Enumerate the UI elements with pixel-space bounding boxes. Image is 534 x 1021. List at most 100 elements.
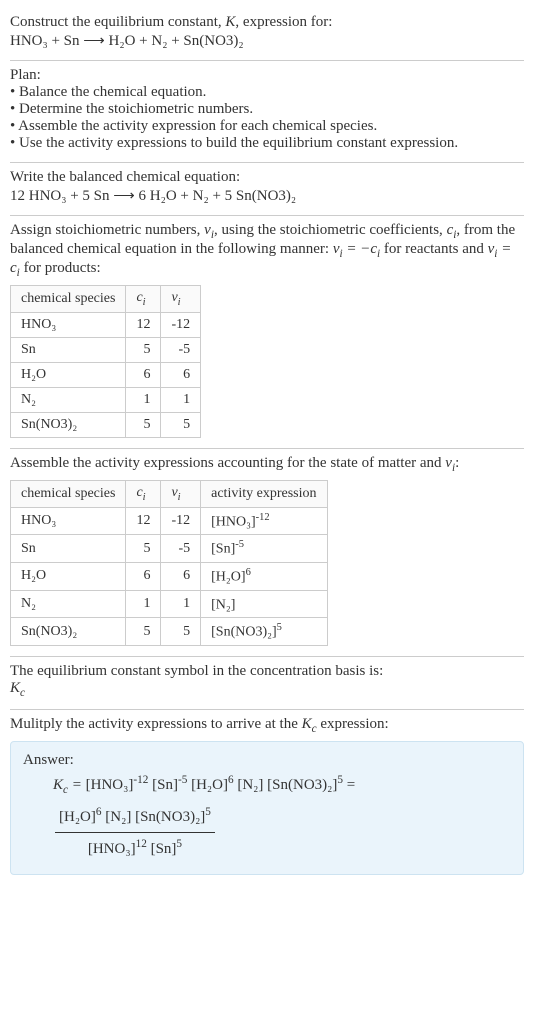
term-5: [Sn(NO3)₂]5 <box>267 777 343 793</box>
stoich-intro: Assign stoichiometric numbers, νi, using… <box>10 222 524 279</box>
cell-ci: 1 <box>126 590 161 618</box>
activity-intro-a: Assemble the activity expressions accoun… <box>10 455 445 471</box>
cell-ci: 1 <box>126 387 161 412</box>
cell-nui: 6 <box>161 362 201 387</box>
cell-species: HNO₃ <box>11 507 126 535</box>
multiply-line: Mulitply the activity expressions to arr… <box>10 716 524 735</box>
term-base: [Sn(NO3)₂] <box>135 809 205 825</box>
term-exp: -5 <box>178 774 187 786</box>
act-exp: -12 <box>256 512 270 523</box>
cell-species: Sn(NO3)₂ <box>11 618 126 646</box>
stoich-intro-b: , using the stoichiometric coefficients, <box>214 222 447 238</box>
cell-activity: [HNO₃]-12 <box>201 507 327 535</box>
activity-section: Assemble the activity expressions accoun… <box>10 449 524 656</box>
answer-lhs: Kc = <box>53 777 86 793</box>
col-nui: νi <box>161 480 201 507</box>
cell-species: H₂O <box>11 562 126 590</box>
table-row: Sn(NO3)₂55 <box>11 412 201 437</box>
symbol-section: The equilibrium constant symbol in the c… <box>10 657 524 709</box>
term-3: [H₂O]6 <box>191 777 234 793</box>
equals: = <box>347 777 355 793</box>
term-base: [HNO₃] <box>88 841 136 857</box>
cell-activity: [N₂] <box>201 590 327 618</box>
cell-species: N₂ <box>11 590 126 618</box>
var-nu-i: νi <box>445 455 455 471</box>
activity-intro: Assemble the activity expressions accoun… <box>10 455 524 474</box>
col-species: chemical species <box>11 480 126 507</box>
stoich-intro-e: for products: <box>20 260 101 276</box>
symbol-line: The equilibrium constant symbol in the c… <box>10 663 524 680</box>
question-line1-b: , expression for: <box>235 14 332 30</box>
act-base: [H₂O] <box>211 570 245 585</box>
stoich-intro-d: for reactants and <box>380 241 487 257</box>
table-row: H₂O66 <box>11 362 201 387</box>
col-ci: ci <box>126 480 161 507</box>
answer-equation: Kc = [HNO₃]-12 [Sn]-5 [H₂O]6 [N₂] [Sn(NO… <box>23 769 511 865</box>
multiply-line-a: Mulitply the activity expressions to arr… <box>10 716 302 732</box>
fraction-denominator: [HNO₃]12 [Sn]5 <box>55 833 215 864</box>
var-k: K <box>225 14 235 30</box>
cell-species: HNO₃ <box>11 312 126 337</box>
cell-ci: 5 <box>126 337 161 362</box>
term-exp: 6 <box>96 806 102 818</box>
question-equation: HNO₃ + Sn ⟶ H₂O + N₂ + Sn(NO3)₂ <box>10 31 524 50</box>
answer-box: Answer: Kc = [HNO₃]-12 [Sn]-5 [H₂O]6 [N₂… <box>10 741 524 876</box>
term-exp: 5 <box>176 838 182 850</box>
table-row: Sn5-5[Sn]-5 <box>11 535 328 563</box>
table-row: Sn(NO3)₂55[Sn(NO3)₂]5 <box>11 618 328 646</box>
activity-intro-b: : <box>455 455 459 471</box>
cell-nui: -12 <box>161 312 201 337</box>
cell-species: Sn(NO3)₂ <box>11 412 126 437</box>
cell-activity: [Sn]-5 <box>201 535 327 563</box>
var-nu-i: νi <box>204 222 214 238</box>
term-exp: 12 <box>136 838 147 850</box>
plan-bullet-2: • Determine the stoichiometric numbers. <box>10 101 524 118</box>
act-exp: 5 <box>277 622 282 633</box>
plan-bullet-3: • Assemble the activity expression for e… <box>10 118 524 135</box>
cell-ci: 6 <box>126 362 161 387</box>
cell-nui: 1 <box>161 387 201 412</box>
col-species: chemical species <box>11 286 126 313</box>
symbol-kc: Kc <box>10 680 524 699</box>
term-base: [HNO₃] <box>86 777 134 793</box>
term-4: [N₂] <box>237 777 263 793</box>
question-line1: Construct the equilibrium constant, K, e… <box>10 14 524 31</box>
act-base: [N₂] <box>211 597 235 612</box>
question-line1-a: Construct the equilibrium constant, <box>10 14 225 30</box>
table-row: HNO₃12-12 <box>11 312 201 337</box>
stoich-table: chemical species ci νi HNO₃12-12 Sn5-5 H… <box>10 285 201 438</box>
plan-section: Plan: • Balance the chemical equation. •… <box>10 61 524 162</box>
multiply-section: Mulitply the activity expressions to arr… <box>10 710 524 886</box>
cell-ci: 5 <box>126 412 161 437</box>
cell-ci: 5 <box>126 618 161 646</box>
table-row: N₂11 <box>11 387 201 412</box>
eq-nu-neg-c: νi = −ci <box>333 241 380 257</box>
cell-ci: 5 <box>126 535 161 563</box>
cell-ci: 12 <box>126 312 161 337</box>
plan-title: Plan: <box>10 67 524 84</box>
fraction-numerator: [H₂O]6 [N₂] [Sn(NO3)₂]5 <box>55 801 215 833</box>
term-exp: 5 <box>337 774 343 786</box>
stoich-section: Assign stoichiometric numbers, νi, using… <box>10 216 524 448</box>
term-base: [N₂] <box>105 809 131 825</box>
cell-nui: -12 <box>161 507 201 535</box>
cell-nui: 6 <box>161 562 201 590</box>
term-base: [Sn] <box>151 841 177 857</box>
term-1: [HNO₃]-12 <box>86 777 149 793</box>
act-exp: -5 <box>235 539 244 550</box>
col-ci: ci <box>126 286 161 313</box>
cell-species: Sn <box>11 535 126 563</box>
plan-bullet-4: • Use the activity expressions to build … <box>10 135 524 152</box>
term-exp: 5 <box>205 806 211 818</box>
table-row: N₂11[N₂] <box>11 590 328 618</box>
table-row: Sn5-5 <box>11 337 201 362</box>
col-activity: activity expression <box>201 480 327 507</box>
cell-activity: [H₂O]6 <box>201 562 327 590</box>
table-header-row: chemical species ci νi <box>11 286 201 313</box>
activity-table: chemical species ci νi activity expressi… <box>10 480 328 646</box>
term-2: [Sn]-5 <box>152 777 187 793</box>
answer-label: Answer: <box>23 752 511 769</box>
term-base: [Sn] <box>152 777 178 793</box>
term-exp: -12 <box>133 774 148 786</box>
cell-nui: -5 <box>161 535 201 563</box>
